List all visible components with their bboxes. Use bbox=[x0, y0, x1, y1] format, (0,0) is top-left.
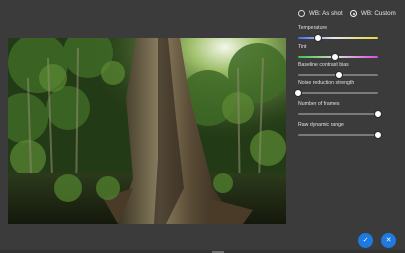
close-icon: ✕ bbox=[385, 237, 392, 244]
temperature-thumb[interactable] bbox=[314, 34, 322, 42]
tint-thumb[interactable] bbox=[330, 53, 339, 61]
tint-control: Tint bbox=[298, 44, 378, 61]
forest-photo bbox=[8, 38, 286, 224]
temperature-slider[interactable] bbox=[298, 34, 378, 42]
wb-custom-label: WB: Custom bbox=[361, 10, 396, 17]
number-of-frames-slider[interactable] bbox=[298, 110, 382, 118]
baseline-contrast-control: Baseline contrast bias bbox=[298, 62, 378, 79]
wb-custom-radio[interactable]: WB: Custom bbox=[350, 10, 396, 17]
photo-preview bbox=[8, 38, 286, 224]
checkmark-icon: ✓ bbox=[362, 237, 369, 244]
raw-dynamic-range-label: Raw dynamic range bbox=[298, 122, 344, 128]
baseline-contrast-slider[interactable] bbox=[298, 71, 378, 79]
noise-reduction-control: Noise reduction strength bbox=[294, 80, 378, 97]
cancel-button[interactable]: ✕ bbox=[381, 233, 396, 248]
white-balance-group: WB: As shot WB: Custom bbox=[294, 8, 400, 22]
baseline-contrast-thumb[interactable] bbox=[334, 71, 343, 79]
wb-as-shot-label: WB: As shot bbox=[309, 10, 343, 17]
wb-as-shot-radio[interactable]: WB: As shot bbox=[298, 10, 343, 17]
noise-reduction-thumb[interactable] bbox=[294, 89, 302, 97]
raw-dynamic-range-thumb[interactable] bbox=[374, 131, 382, 139]
temperature-label: Temperature bbox=[298, 25, 328, 31]
tint-label: Tint bbox=[298, 44, 307, 50]
raw-dynamic-range-slider[interactable] bbox=[298, 131, 382, 139]
tint-slider[interactable] bbox=[298, 53, 378, 61]
radio-checked-icon bbox=[350, 10, 357, 17]
confirm-button[interactable]: ✓ bbox=[358, 233, 373, 248]
number-of-frames-thumb[interactable] bbox=[374, 110, 382, 118]
number-of-frames-control: Number of frames bbox=[298, 101, 382, 118]
temperature-control: Temperature bbox=[298, 25, 378, 42]
raw-settings-screen: WB: As shot WB: Custom Temperature Tint … bbox=[0, 0, 405, 253]
radio-unchecked-icon bbox=[298, 10, 305, 17]
noise-reduction-slider[interactable] bbox=[294, 89, 378, 97]
settings-panel: WB: As shot WB: Custom Temperature Tint … bbox=[294, 8, 400, 139]
raw-dynamic-range-control: Raw dynamic range bbox=[298, 122, 382, 139]
number-of-frames-label: Number of frames bbox=[298, 101, 340, 107]
baseline-contrast-label: Baseline contrast bias bbox=[298, 62, 349, 68]
noise-reduction-label: Noise reduction strength bbox=[298, 80, 355, 86]
